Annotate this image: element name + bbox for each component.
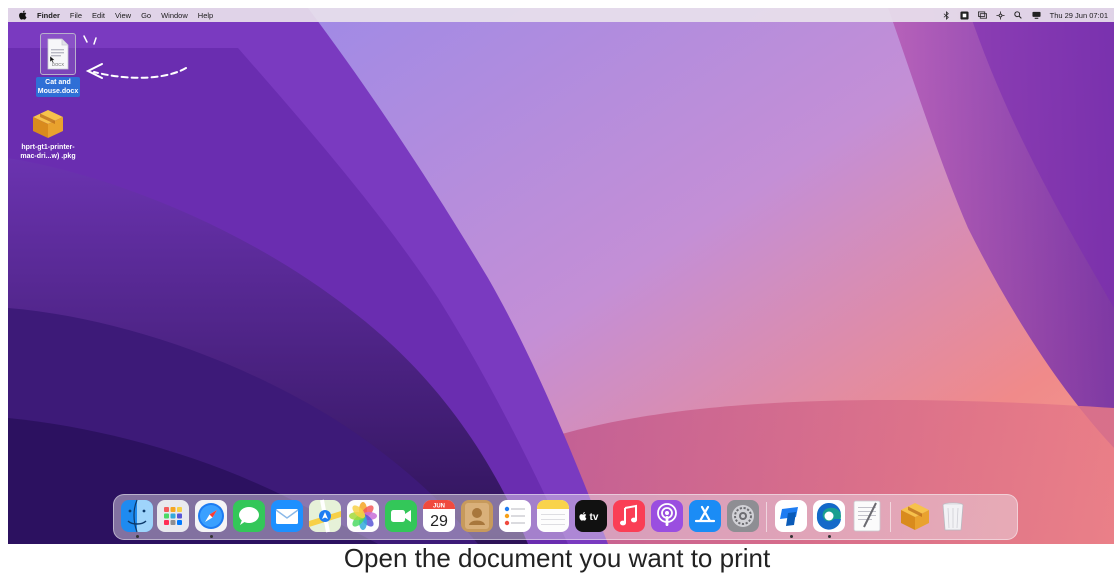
- dock-system-settings[interactable]: [726, 499, 760, 533]
- edge-icon: [813, 500, 845, 532]
- menu-help[interactable]: Help: [198, 11, 213, 20]
- calendar-month: JUN: [433, 504, 445, 510]
- trash-icon: [942, 502, 964, 531]
- input-source-icon[interactable]: [960, 10, 969, 20]
- running-indicator: [790, 535, 793, 538]
- dock-mail[interactable]: [270, 499, 304, 533]
- system-settings-icon: [727, 500, 759, 532]
- dock-launchpad[interactable]: [156, 499, 190, 533]
- textedit-icon: [853, 500, 881, 532]
- desktop[interactable]: DOCX Cat and Mouse.docx hprt-gt1-printer…: [8, 8, 1114, 544]
- menu-bar-clock[interactable]: Thu 29 Jun 07:01: [1050, 11, 1108, 20]
- menu-edit[interactable]: Edit: [92, 11, 105, 20]
- remote-desktop-icon: [775, 500, 807, 532]
- search-icon[interactable]: [1014, 11, 1023, 20]
- dock-separator: [766, 502, 767, 532]
- app-store-icon: [689, 500, 721, 532]
- dock-contacts[interactable]: [460, 499, 494, 533]
- photos-icon: [347, 500, 379, 532]
- running-indicator: [828, 535, 831, 538]
- dock-notes[interactable]: [536, 499, 570, 533]
- dock-package[interactable]: [898, 499, 932, 533]
- contacts-icon: [461, 500, 493, 532]
- dashed-arrow-annotation: [83, 35, 187, 79]
- finder-icon: [121, 499, 153, 533]
- screen-mirroring-icon[interactable]: [977, 10, 987, 20]
- dock-edge[interactable]: [812, 499, 846, 533]
- dock-photos[interactable]: [346, 499, 380, 533]
- reminders-icon: [499, 500, 531, 532]
- package-icon: [901, 503, 929, 530]
- bluetooth-icon[interactable]: [942, 10, 951, 20]
- dock-safari[interactable]: [194, 499, 228, 533]
- menu-go[interactable]: Go: [141, 11, 151, 20]
- dock-remote-desktop[interactable]: [774, 499, 808, 533]
- menu-view[interactable]: View: [115, 11, 131, 20]
- menu-app-name[interactable]: Finder: [37, 11, 60, 20]
- siri-icon[interactable]: [1032, 11, 1041, 20]
- running-indicator: [136, 535, 139, 538]
- launchpad-icon: [157, 500, 189, 532]
- menu-file[interactable]: File: [70, 11, 82, 20]
- desktop-icon-pkg[interactable]: hprt-gt1-printer- mac-dri...w) .pkg: [10, 108, 86, 162]
- control-center-icon[interactable]: [996, 10, 1005, 20]
- messages-icon: [233, 500, 265, 532]
- running-indicator: [210, 535, 213, 538]
- dock-app-store[interactable]: [688, 499, 722, 533]
- music-icon: [613, 500, 645, 532]
- mail-icon: [271, 500, 303, 532]
- dock-music[interactable]: [612, 499, 646, 533]
- dock-trash[interactable]: [936, 499, 970, 533]
- tutorial-caption: Open the document you want to print: [0, 544, 1114, 575]
- dock-podcasts[interactable]: [650, 499, 684, 533]
- document-icon: DOCX: [40, 33, 76, 75]
- notes-icon: [537, 500, 569, 532]
- dock-reminders[interactable]: [498, 499, 532, 533]
- menu-window[interactable]: Window: [161, 11, 188, 20]
- dock-calendar[interactable]: JUN 29: [422, 499, 456, 533]
- dock-messages[interactable]: [232, 499, 266, 533]
- podcasts-icon: [651, 500, 683, 532]
- package-icon: [33, 110, 63, 138]
- dock-textedit[interactable]: [850, 499, 884, 533]
- calendar-icon: JUN 29: [423, 500, 455, 532]
- dock: JUN 29 tv: [113, 494, 1018, 540]
- apple-logo-icon[interactable]: [18, 10, 27, 20]
- calendar-day: 29: [430, 513, 448, 530]
- dock-maps[interactable]: [308, 499, 342, 533]
- dock-finder[interactable]: [120, 499, 154, 533]
- dock-facetime[interactable]: [384, 499, 418, 533]
- dock-apple-tv[interactable]: tv: [574, 499, 608, 533]
- desktop-icon-label: hprt-gt1-printer- mac-dri...w) .pkg: [20, 144, 76, 160]
- safari-icon: [195, 500, 227, 532]
- facetime-icon: [385, 500, 417, 532]
- maps-icon: [309, 499, 341, 533]
- menu-bar: Finder File Edit View Go Window Help Thu…: [8, 8, 1114, 22]
- apple-tv-label: tv: [590, 512, 599, 523]
- apple-tv-icon: tv: [575, 500, 607, 532]
- dock-separator: [890, 502, 891, 532]
